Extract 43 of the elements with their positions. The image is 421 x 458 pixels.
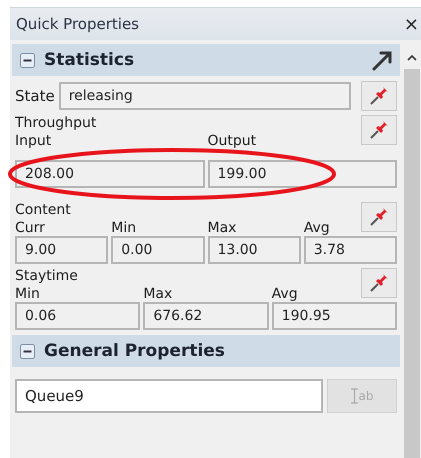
section-header[interactable]: Statistics — [12, 44, 400, 76]
field-label: Max — [208, 220, 236, 236]
window-title: Quick Properties — [15, 15, 139, 33]
field-label: Curr — [15, 220, 45, 236]
field-label: Min — [15, 286, 40, 302]
collapse-icon[interactable] — [20, 344, 35, 358]
group-title: Throughput — [15, 115, 96, 131]
pin-icon — [368, 272, 390, 294]
pin-icon — [368, 206, 390, 228]
field-label: Input — [15, 133, 52, 149]
field-label: Avg — [272, 286, 298, 302]
value-field: 3.78 — [304, 236, 397, 264]
collapse-icon[interactable] — [20, 52, 35, 68]
value-field: 0.00 — [111, 236, 204, 264]
pin-button[interactable] — [361, 268, 397, 298]
pin-button[interactable] — [361, 81, 397, 111]
scroll-up-icon[interactable] — [407, 54, 417, 61]
field-label: Max — [143, 286, 172, 302]
field-label: Min — [111, 220, 136, 236]
value-field: 13.00 — [208, 236, 301, 264]
state-field: releasing — [58, 82, 351, 110]
group-title: Content — [15, 202, 71, 218]
field-label: Avg — [304, 220, 330, 236]
text-cursor-icon — [350, 388, 358, 404]
pin-button[interactable] — [361, 202, 397, 232]
value-field: 676.62 — [143, 302, 269, 330]
value-field: 9.00 — [15, 236, 108, 264]
section-title: Statistics — [44, 50, 136, 70]
value-field: 208.00 — [15, 160, 204, 188]
name-field[interactable]: Queue9 — [15, 379, 323, 413]
value-field: 0.06 — [15, 302, 140, 330]
field-label: Output — [208, 133, 256, 149]
state-label: State — [15, 87, 55, 105]
close-button[interactable]: × — [404, 14, 421, 34]
section-title: General Properties — [44, 341, 226, 361]
diagonal-arrow-icon[interactable] — [372, 49, 394, 71]
value-field: 190.95 — [272, 302, 397, 330]
pin-icon — [368, 85, 390, 107]
value-field: 199.00 — [208, 160, 397, 188]
section-header[interactable]: General Properties — [12, 335, 400, 367]
pin-icon — [368, 119, 390, 141]
group-title: Staytime — [15, 268, 78, 284]
pin-button[interactable] — [361, 115, 397, 145]
